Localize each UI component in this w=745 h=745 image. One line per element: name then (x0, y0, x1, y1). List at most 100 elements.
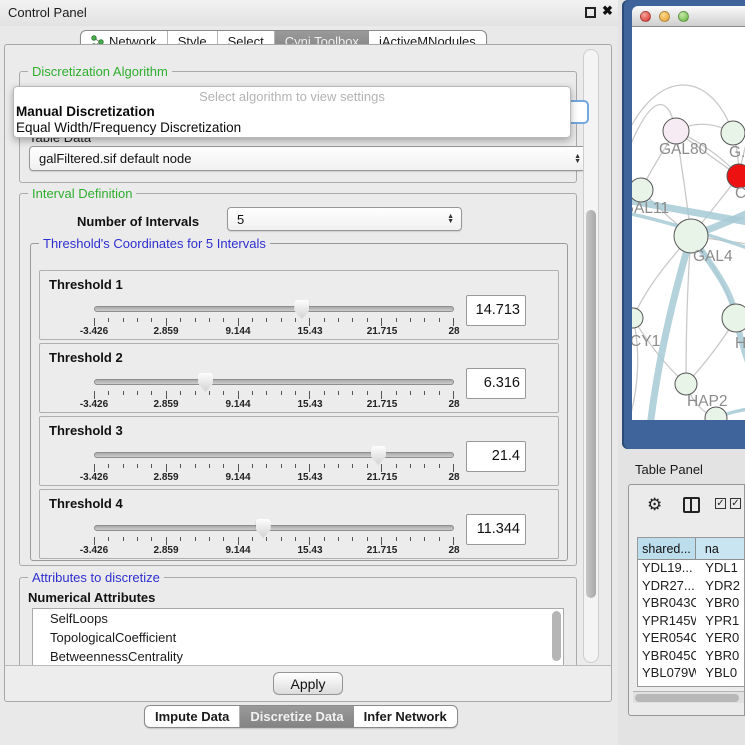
threshold-slider[interactable] (94, 520, 454, 536)
slider-track[interactable] (94, 306, 454, 312)
threshold-slider[interactable] (94, 301, 454, 317)
network-node[interactable] (675, 373, 697, 395)
slider-track[interactable] (94, 452, 454, 458)
table-cell[interactable]: YDR27... (638, 578, 696, 596)
slider-ticks (94, 537, 454, 545)
column-header-name[interactable]: na (696, 538, 745, 560)
slider-thumb[interactable] (198, 373, 213, 392)
network-node[interactable] (722, 304, 745, 332)
table-cell[interactable]: YLR345W (638, 683, 696, 688)
list-item[interactable]: TopologicalCoefficient (33, 628, 563, 647)
threshold-value-field[interactable]: 11.344 (466, 514, 526, 545)
apply-button[interactable]: Apply (273, 672, 343, 695)
table-row[interactable]: YBR043CYBR0 (638, 595, 745, 613)
zoom-window-icon[interactable] (678, 11, 689, 22)
numerical-attributes-list[interactable]: SelfLoopsTopologicalCoefficientBetweenne… (32, 608, 564, 666)
table-cell[interactable]: YBR043C (638, 595, 696, 613)
checkbox-icon[interactable]: ✓ (730, 498, 741, 509)
table-cell[interactable]: YBL079W (638, 665, 696, 683)
table-cell[interactable]: YDL19... (638, 560, 696, 578)
slider-ticks (94, 391, 454, 399)
table-cell[interactable]: YPR145W (638, 613, 696, 631)
table-cell[interactable]: YER054C (638, 630, 696, 648)
table-cell[interactable]: YBL0 (696, 665, 745, 683)
slider-track[interactable] (94, 379, 454, 385)
combo-value: 5 (237, 212, 244, 227)
table-row[interactable]: YDL19...YDL1 (638, 560, 745, 578)
table-data-combobox[interactable]: galFiltered.sif default node ▲▼ (29, 146, 589, 171)
tick-label: -3.426 (80, 472, 108, 483)
tab-impute-data[interactable]: Impute Data (145, 706, 240, 727)
threshold-slider[interactable] (94, 447, 454, 463)
table-cell[interactable]: YPR1 (696, 613, 745, 631)
table-row[interactable]: YBR045CYBR0 (638, 648, 745, 666)
float-panel-icon[interactable] (585, 7, 596, 18)
scrollbar-thumb[interactable] (586, 210, 596, 598)
threshold-value-field[interactable]: 21.4 (466, 441, 526, 472)
number-of-intervals-combobox[interactable]: 5 ▲▼ (227, 207, 462, 231)
tick-label: 21.715 (367, 399, 398, 410)
slider-tick-labels: -3.4262.8599.14415.4321.71528 (94, 326, 454, 338)
table-panel-header: Table Panel (618, 449, 745, 484)
node-table[interactable]: shared... na YDL19...YDL1YDR27...YDR2YBR… (637, 537, 745, 687)
gear-icon[interactable]: ⚙ (647, 495, 662, 515)
column-header-shared-name[interactable]: shared... (638, 538, 696, 560)
table-row[interactable]: YDR27...YDR2 (638, 578, 745, 596)
columns-icon[interactable] (683, 497, 700, 513)
close-panel-icon[interactable]: ✖ (602, 3, 613, 19)
tab-label: Impute Data (155, 709, 229, 724)
table-cell[interactable]: YBR045C (638, 648, 696, 666)
number-of-intervals-label: Number of Intervals (77, 214, 199, 229)
popup-option-manual[interactable]: Manual Discretization (14, 104, 570, 120)
list-item[interactable]: BetweennessCentrality (33, 647, 563, 666)
table-cell[interactable]: YDL1 (696, 560, 745, 578)
scrollbar-thumb[interactable] (635, 694, 739, 702)
network-view-window[interactable]: GAL80G.CGAL11GAL4GCY1HHAP2 (622, 0, 745, 449)
content-scrollbar[interactable] (583, 49, 599, 663)
threshold-3-panel: Threshold 3-3.4262.8599.14415.4321.71528… (39, 416, 559, 486)
table-row[interactable]: YBL079WYBL0 (638, 665, 745, 683)
tick-label: 28 (448, 399, 459, 410)
table-hscrollbar[interactable] (633, 691, 745, 703)
threshold-slider[interactable] (94, 374, 454, 390)
network-edge-highlighted[interactable] (736, 318, 745, 420)
tick-label: 2.859 (153, 326, 178, 337)
attributes-group: Attributes to discretize Numerical Attri… (19, 577, 577, 669)
slider-thumb[interactable] (294, 300, 309, 319)
slider-thumb[interactable] (371, 446, 386, 465)
network-node[interactable] (721, 121, 745, 145)
tab-infer-network[interactable]: Infer Network (354, 706, 457, 727)
threshold-value-field[interactable]: 14.713 (466, 295, 526, 326)
table-row[interactable]: YPR145WYPR1 (638, 613, 745, 631)
threshold-label: Threshold 2 (49, 350, 123, 365)
table-cell[interactable]: YBR0 (696, 595, 745, 613)
network-node[interactable] (632, 178, 653, 202)
threshold-4-panel: Threshold 4-3.4262.8599.14415.4321.71528… (39, 489, 559, 559)
tick-label: 28 (448, 472, 459, 483)
slider-ticks (94, 318, 454, 326)
table-cell[interactable]: YDR2 (696, 578, 745, 596)
popup-option-equal-width[interactable]: Equal Width/Frequency Discretization (14, 120, 570, 136)
list-scrollbar[interactable] (552, 611, 561, 661)
table-row[interactable]: YLR345WYLR3 (638, 683, 745, 688)
tick-label: 21.715 (367, 472, 398, 483)
slider-thumb[interactable] (256, 519, 271, 538)
slider-track[interactable] (94, 525, 454, 531)
network-node-label: GAL80 (659, 141, 708, 158)
table-row[interactable]: YER054CYER0 (638, 630, 745, 648)
control-panel: Control Panel ✖ Network Style Select Cyn… (0, 0, 618, 745)
close-window-icon[interactable] (640, 11, 651, 22)
list-item[interactable]: SelfLoops (33, 609, 563, 628)
network-node-label: G. (729, 144, 745, 161)
table-cell[interactable]: YBR0 (696, 648, 745, 666)
checkbox-icon[interactable]: ✓ (715, 498, 726, 509)
network-window-titlebar[interactable] (632, 6, 745, 27)
tab-discretize-data[interactable]: Discretize Data (240, 706, 353, 727)
threshold-value-field[interactable]: 6.316 (466, 368, 526, 399)
minimize-window-icon[interactable] (659, 11, 670, 22)
network-canvas[interactable]: GAL80G.CGAL11GAL4GCY1HHAP2 (632, 27, 745, 420)
network-node[interactable] (632, 308, 643, 328)
table-cell[interactable]: YER0 (696, 630, 745, 648)
table-cell[interactable]: YLR3 (696, 683, 745, 688)
slider-ticks (94, 464, 454, 472)
